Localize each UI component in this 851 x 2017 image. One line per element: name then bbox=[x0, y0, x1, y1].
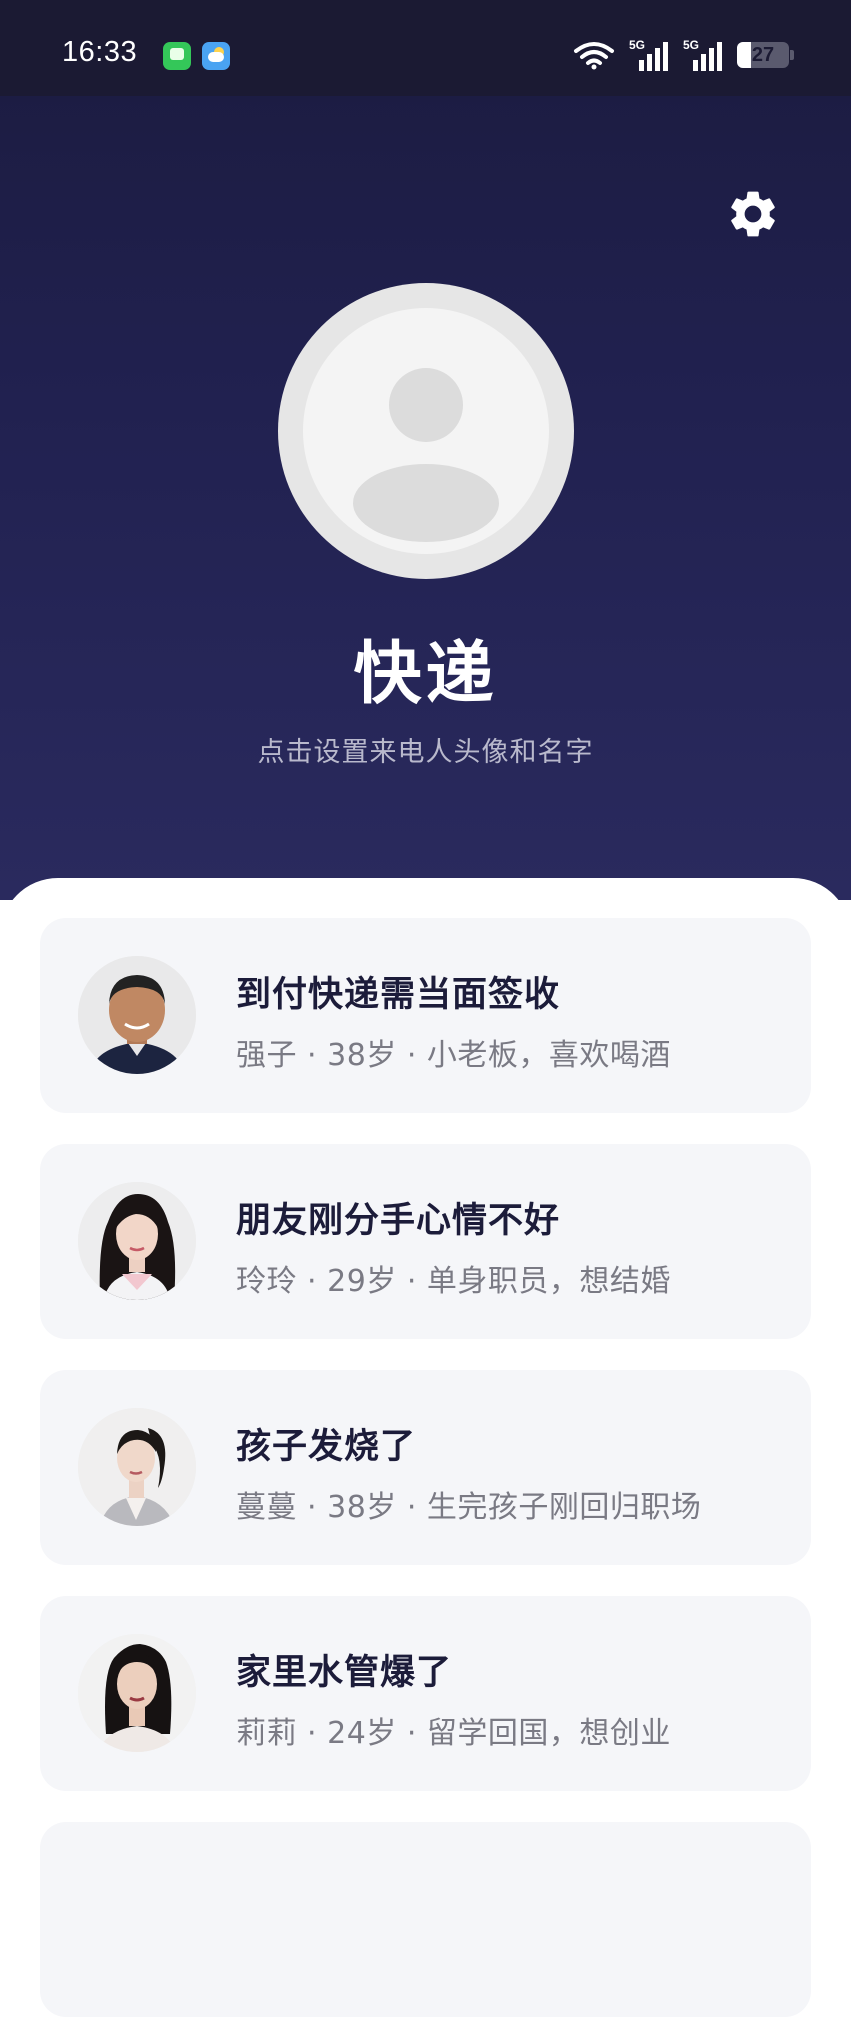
woman-portrait bbox=[78, 1634, 196, 1752]
caller-avatar[interactable] bbox=[278, 283, 574, 579]
5g-signal-icon: 5G bbox=[683, 38, 723, 72]
scenario-card[interactable] bbox=[40, 1822, 811, 2017]
scenario-title: 到付快递需当面签收 bbox=[236, 975, 561, 1015]
messages-icon bbox=[163, 42, 191, 70]
scenario-desc: 莉莉 · 24岁 · 留学回国，想创业 bbox=[236, 1716, 671, 1751]
status-bar: 16:33 5G 5G 27 bbox=[0, 0, 851, 96]
scenario-desc: 蔓蔓 · 38岁 · 生完孩子刚回归职场 bbox=[236, 1490, 702, 1525]
scenario-title: 家里水管爆了 bbox=[236, 1653, 453, 1693]
5g-signal-icon: 5G bbox=[629, 38, 669, 72]
scenario-card[interactable]: 家里水管爆了 莉莉 · 24岁 · 留学回国，想创业 bbox=[40, 1596, 811, 1791]
caller-name[interactable]: 快递 bbox=[0, 618, 851, 717]
scenario-title: 孩子发烧了 bbox=[236, 1427, 417, 1467]
caller-hint: 点击设置来电人头像和名字 bbox=[257, 737, 594, 768]
gear-icon bbox=[731, 191, 775, 237]
scenario-card[interactable]: 孩子发烧了 蔓蔓 · 38岁 · 生完孩子刚回归职场 bbox=[40, 1370, 811, 1565]
scenario-title: 朋友刚分手心情不好 bbox=[236, 1201, 561, 1241]
default-avatar-icon bbox=[303, 308, 549, 554]
svg-text:5G: 5G bbox=[629, 38, 645, 52]
wifi-icon bbox=[573, 40, 615, 70]
svg-text:5G: 5G bbox=[683, 38, 699, 52]
scenario-card[interactable]: 朋友刚分手心情不好 玲玲 · 29岁 · 单身职员，想结婚 bbox=[40, 1144, 811, 1339]
battery-level: 27 bbox=[751, 44, 775, 66]
status-indicators: 5G 5G 27 bbox=[573, 38, 794, 72]
scenario-sheet: 到付快递需当面签收 强子 · 38岁 · 小老板，喜欢喝酒 朋友刚分手心情不好 … bbox=[0, 878, 851, 2017]
scenario-desc: 强子 · 38岁 · 小老板，喜欢喝酒 bbox=[236, 1038, 671, 1073]
settings-button[interactable] bbox=[725, 186, 781, 242]
status-time: 16:33 bbox=[62, 36, 138, 68]
scenario-card[interactable]: 到付快递需当面签收 强子 · 38岁 · 小老板，喜欢喝酒 bbox=[40, 918, 811, 1113]
battery-icon: 27 bbox=[737, 42, 794, 68]
woman-portrait bbox=[78, 1408, 196, 1526]
weather-icon bbox=[202, 42, 230, 70]
woman-portrait bbox=[78, 1182, 196, 1300]
scenario-desc: 玲玲 · 29岁 · 单身职员，想结婚 bbox=[236, 1264, 671, 1299]
man-portrait bbox=[78, 956, 196, 1074]
